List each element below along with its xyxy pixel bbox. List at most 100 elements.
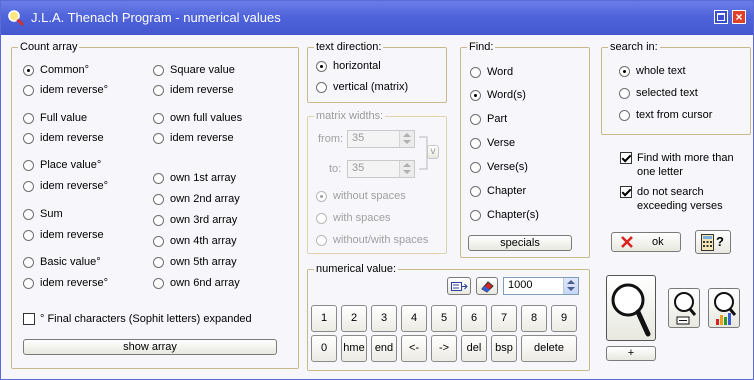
count-right-option-dot[interactable]: [153, 113, 164, 124]
find-option-dot[interactable]: [470, 67, 481, 78]
count-right-option-label: own 4th array: [170, 235, 237, 247]
help-label: ?: [716, 234, 724, 249]
client-area: Count array ° Final characters (Sophit l…: [5, 35, 751, 375]
keypad-digit-key[interactable]: 3: [371, 305, 397, 332]
count-left-option-label: Basic value°: [40, 256, 101, 268]
help-button[interactable]: ?: [695, 230, 731, 254]
eraser-button[interactable]: [476, 277, 498, 295]
text-direction-title: text direction:: [314, 41, 384, 53]
count-right-option-dot[interactable]: [153, 194, 164, 205]
from-spinner-arrows[interactable]: [399, 131, 414, 147]
find-group: Find:: [460, 41, 590, 258]
keypad-edit-key[interactable]: delete: [521, 335, 577, 362]
direction-option-dot[interactable]: [316, 61, 327, 72]
magnifier-icon: [611, 283, 651, 337]
direction-option-label: horizontal: [333, 60, 381, 72]
count-right-option-label: own 1st array: [170, 172, 237, 184]
count-right-option-label: own 6nd array: [170, 277, 240, 289]
search-list-button[interactable]: [668, 288, 700, 328]
keypad-digit-key[interactable]: 9: [551, 305, 577, 332]
search-in-option-dot[interactable]: [619, 66, 630, 77]
direction-option-dot[interactable]: [316, 82, 327, 93]
count-left-option-label: idem reverse°: [40, 84, 108, 96]
count-left-option-dot[interactable]: [23, 113, 34, 124]
maximize-button[interactable]: [714, 10, 728, 24]
count-right-option-dot[interactable]: [153, 85, 164, 96]
find-option-dot[interactable]: [470, 138, 481, 149]
find-option-label: Verse(s): [487, 161, 528, 173]
direction-option-label: vertical (matrix): [333, 81, 409, 93]
eraser-icon: [481, 281, 494, 293]
to-spinner-arrows[interactable]: [399, 161, 414, 177]
search-stats-button[interactable]: [708, 288, 740, 328]
keypad-edit-key[interactable]: hme: [341, 335, 367, 362]
count-right-option-dot[interactable]: [153, 133, 164, 144]
keypad-digit-key[interactable]: 2: [341, 305, 367, 332]
count-left-option-dot[interactable]: [23, 181, 34, 192]
matrix-width-option-label: without spaces: [333, 190, 406, 202]
count-left-option-dot[interactable]: [23, 85, 34, 96]
magnifier-chart-icon: [714, 292, 737, 325]
find-option-dot[interactable]: [470, 162, 481, 173]
count-left-option-label: idem reverse°: [40, 180, 108, 192]
keypad-edit-key[interactable]: bsp: [491, 335, 517, 362]
count-left-option-dot[interactable]: [23, 230, 34, 241]
count-left-option-dot[interactable]: [23, 278, 34, 289]
to-spinner[interactable]: 35: [347, 160, 415, 178]
close-button[interactable]: ×: [732, 10, 746, 24]
count-right-option-dot[interactable]: [153, 257, 164, 268]
find-option-dot[interactable]: [470, 210, 481, 221]
transfer-button[interactable]: [447, 277, 471, 295]
window-title: J.L.A. Thenach Program - numerical value…: [31, 10, 281, 25]
final-characters-label: ° Final characters (Sophit letters) expa…: [40, 313, 252, 325]
count-right-option-dot[interactable]: [153, 173, 164, 184]
matrix-widths-title: matrix widths:: [314, 110, 386, 122]
search-button[interactable]: [606, 275, 656, 341]
count-right-option-dot[interactable]: [153, 215, 164, 226]
count-left-option-dot[interactable]: [23, 65, 34, 76]
keypad-digit-key[interactable]: 6: [461, 305, 487, 332]
matrix-width-option-dot[interactable]: [316, 191, 327, 202]
keypad-digit-key[interactable]: 4: [401, 305, 427, 332]
keypad-edit-key[interactable]: end: [371, 335, 397, 362]
find-option-dot[interactable]: [470, 114, 481, 125]
ok-button[interactable]: ok: [611, 232, 681, 252]
count-left-option-dot[interactable]: [23, 133, 34, 144]
cross-icon: [621, 236, 633, 248]
count-right-option-dot[interactable]: [153, 65, 164, 76]
keypad-edit-key[interactable]: <-: [401, 335, 427, 362]
count-right-option-label: Square value: [170, 64, 235, 76]
matrix-width-option-label: without/with spaces: [333, 234, 429, 246]
link-widths-button[interactable]: v: [427, 145, 439, 159]
count-left-option-dot[interactable]: [23, 209, 34, 220]
find-option-label: Chapter: [487, 185, 527, 197]
show-array-button[interactable]: show array: [23, 339, 277, 355]
from-spinner[interactable]: 35: [347, 130, 415, 148]
specials-button[interactable]: specials: [468, 235, 572, 251]
keypad-edit-key[interactable]: 0: [311, 335, 337, 362]
keypad-digit-key[interactable]: 7: [491, 305, 517, 332]
keypad-digit-key[interactable]: 1: [311, 305, 337, 332]
keypad-digit-key[interactable]: 8: [521, 305, 547, 332]
final-characters-box[interactable]: [23, 313, 35, 325]
magnifier-list-icon: [674, 292, 697, 325]
keypad-edit-key[interactable]: ->: [431, 335, 457, 362]
search-in-option-dot[interactable]: [619, 110, 630, 121]
add-button[interactable]: +: [606, 346, 656, 361]
search-in-option-dot[interactable]: [619, 88, 630, 99]
count-right-option-dot[interactable]: [153, 278, 164, 289]
matrix-width-option-dot[interactable]: [316, 213, 327, 224]
keypad-edit-key[interactable]: del: [461, 335, 487, 362]
numerical-value-spinner[interactable]: [563, 278, 578, 294]
count-left-option-dot[interactable]: [23, 160, 34, 171]
count-right-option-dot[interactable]: [153, 236, 164, 247]
find-more-letters-box[interactable]: [620, 152, 632, 164]
find-option-dot[interactable]: [470, 186, 481, 197]
keypad-digit-key[interactable]: 5: [431, 305, 457, 332]
find-option-label: Verse: [487, 137, 516, 149]
matrix-width-option-dot[interactable]: [316, 235, 327, 246]
count-left-option-dot[interactable]: [23, 257, 34, 268]
find-option-dot[interactable]: [470, 90, 481, 101]
numerical-value-input[interactable]: 1000: [503, 277, 579, 295]
no-exceed-box[interactable]: [620, 186, 632, 198]
